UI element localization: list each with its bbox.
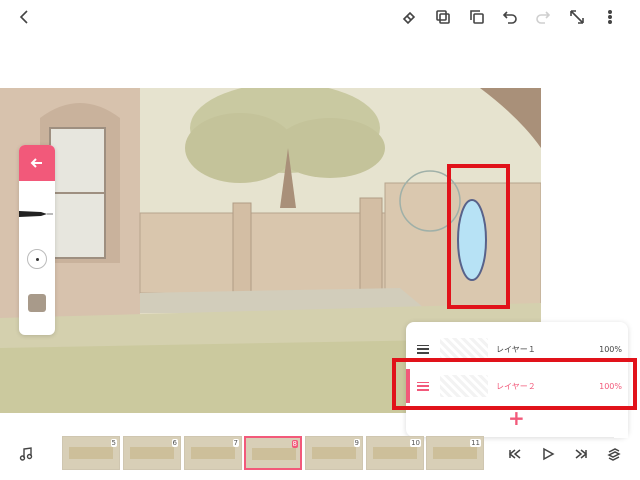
frame-thumbnail-current[interactable]: 8 xyxy=(244,436,302,470)
back-arrow-icon[interactable] xyxy=(14,6,36,28)
arrow-left-icon[interactable] xyxy=(19,145,55,181)
tool-panel xyxy=(19,145,55,335)
frame-thumbnail[interactable]: 7 xyxy=(184,436,242,470)
top-toolbar xyxy=(0,0,640,34)
frame-strip: 5 6 7 8 9 10 11 xyxy=(56,436,486,472)
play-icon[interactable] xyxy=(540,446,556,462)
layer-opacity: 100% xyxy=(599,344,622,354)
copy-icon[interactable] xyxy=(432,6,454,28)
eraser-icon[interactable] xyxy=(398,6,420,28)
first-frame-icon[interactable] xyxy=(507,446,523,462)
undo-icon[interactable] xyxy=(499,6,521,28)
timeline-bar: 5 6 7 8 9 10 11 xyxy=(0,432,640,480)
frame-number: 11 xyxy=(470,439,481,447)
layers-icon[interactable] xyxy=(606,446,622,462)
frame-thumbnail[interactable]: 10 xyxy=(366,436,424,470)
drag-handle-icon[interactable] xyxy=(417,344,429,354)
frame-thumbnail[interactable]: 5 xyxy=(62,436,120,470)
frame-number: 10 xyxy=(410,439,421,447)
frame-number: 9 xyxy=(353,439,360,447)
music-icon[interactable] xyxy=(18,446,34,462)
more-vertical-icon[interactable] xyxy=(599,6,621,28)
layer-name: レイヤー１ xyxy=(496,344,536,354)
frame-number: 5 xyxy=(110,439,117,447)
fullscreen-icon[interactable] xyxy=(566,6,588,28)
frame-number: 8 xyxy=(291,440,298,448)
layer-thumbnail xyxy=(440,338,488,360)
paste-icon[interactable] xyxy=(466,6,488,28)
frame-number: 6 xyxy=(171,439,178,447)
highlight-box-canvas xyxy=(447,164,510,309)
pen-icon[interactable] xyxy=(19,207,55,221)
frame-number: 7 xyxy=(232,439,239,447)
highlight-box-layer xyxy=(392,358,637,410)
frame-thumbnail[interactable]: 11 xyxy=(426,436,484,470)
add-layer-button[interactable]: + xyxy=(508,408,525,428)
last-frame-icon[interactable] xyxy=(573,446,589,462)
redo-icon[interactable] xyxy=(532,6,554,28)
frame-thumbnail[interactable]: 6 xyxy=(123,436,181,470)
brush-size-icon[interactable] xyxy=(27,249,47,269)
frame-thumbnail[interactable]: 9 xyxy=(305,436,363,470)
color-swatch-icon[interactable] xyxy=(28,294,46,312)
